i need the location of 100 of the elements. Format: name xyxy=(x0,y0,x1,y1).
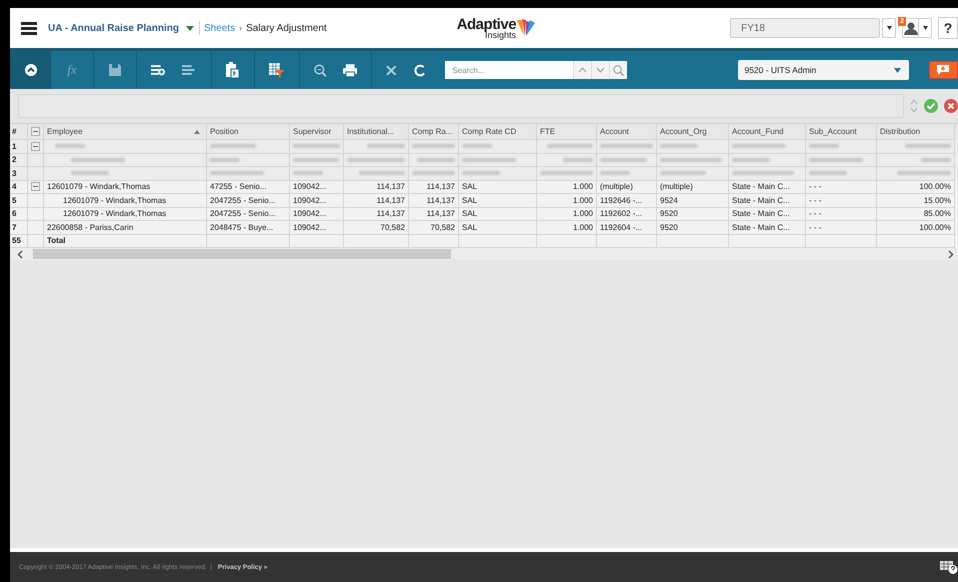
table-cell: (multiple) xyxy=(660,182,693,192)
redacted-text xyxy=(660,144,698,148)
redacted-text xyxy=(210,144,256,148)
table-cell: - - - xyxy=(809,209,822,218)
redacted-text xyxy=(732,144,786,148)
add-comment-icon[interactable] xyxy=(937,65,950,75)
redacted-text xyxy=(600,144,653,148)
redacted-text xyxy=(809,171,847,176)
table-cell: 15.00% xyxy=(924,196,951,205)
redacted-text xyxy=(55,144,85,148)
table-cell: 114,137 xyxy=(426,209,455,218)
table-cell: 70,582 xyxy=(430,222,455,232)
table-cell: 1.000 xyxy=(572,222,593,232)
table-cell: SAL xyxy=(462,222,478,232)
table-cell: SAL xyxy=(462,196,478,205)
table-cell: 114,137 xyxy=(376,209,405,218)
user-icon[interactable] xyxy=(904,22,918,34)
table-cell: 114,137 xyxy=(426,196,455,205)
clipboard-icon[interactable] xyxy=(226,62,240,78)
redacted-text xyxy=(462,171,500,176)
cancel-icon[interactable] xyxy=(944,99,958,113)
table-cell: State - Main C... xyxy=(732,182,790,192)
table-cell: 2047255 - Senio... xyxy=(210,196,276,205)
zoom-icon[interactable] xyxy=(314,64,326,76)
redacted-text xyxy=(732,171,794,176)
app-menu[interactable]: UA - Annual Raise Planning xyxy=(48,22,179,34)
redacted-text xyxy=(210,158,240,162)
breadcrumb-link[interactable]: Sheets xyxy=(204,22,236,34)
redacted-text xyxy=(347,158,405,162)
collapse-all-icon[interactable] xyxy=(31,127,40,136)
close-icon[interactable] xyxy=(386,64,397,76)
search-button[interactable] xyxy=(609,61,628,79)
print-icon[interactable] xyxy=(343,64,358,76)
redacted-text xyxy=(547,144,593,148)
search-icon[interactable] xyxy=(613,64,624,76)
version-select[interactable]: FY18 xyxy=(730,18,880,38)
logo-subtext: Insights xyxy=(485,30,516,40)
chevron-up-icon[interactable] xyxy=(578,67,588,73)
row-number: 55 xyxy=(12,236,21,246)
collapse-icon[interactable] xyxy=(31,142,40,151)
table-cell: 2048475 - Buye... xyxy=(210,222,274,232)
table-cell: 12601079 - Windark,Thomas xyxy=(63,196,166,205)
redacted-text xyxy=(921,158,951,162)
level-select[interactable]: 9520 - UITS Admin xyxy=(738,60,909,80)
redacted-text xyxy=(462,158,516,162)
table-cell: 114,137 xyxy=(376,196,405,205)
redacted-text xyxy=(412,171,455,176)
filter-icon[interactable] xyxy=(268,62,284,78)
table-cell: 1192646 -... xyxy=(600,196,642,205)
table-cell: 9520 xyxy=(660,222,678,232)
insert-row-icon[interactable] xyxy=(151,64,166,76)
scroll-right-icon[interactable] xyxy=(948,250,954,258)
table-cell: 109042... xyxy=(293,222,326,232)
logo-icon xyxy=(516,18,536,38)
redacted-text xyxy=(293,144,340,148)
caret-icon[interactable] xyxy=(886,26,892,30)
breadcrumb-separator: › xyxy=(239,23,242,33)
collapse-icon[interactable] xyxy=(31,182,40,192)
table-cell: 12601079 - Windark,Thomas xyxy=(63,209,166,218)
table-cell: 1192604 -... xyxy=(600,222,642,232)
table-cell: 85.00% xyxy=(924,209,951,218)
menu-icon[interactable] xyxy=(21,22,37,34)
redacted-text xyxy=(367,144,405,148)
table-cell: 100.00% xyxy=(919,182,951,192)
collapse-icon[interactable] xyxy=(24,64,36,76)
add-comment-button[interactable] xyxy=(928,61,958,79)
redacted-text xyxy=(293,158,339,162)
redacted-text xyxy=(71,158,125,162)
redacted-text xyxy=(210,171,264,176)
table-cell: 1.000 xyxy=(572,209,593,218)
table-cell: 12601079 - Windark,Thomas xyxy=(47,182,150,192)
caret-icon[interactable] xyxy=(922,26,928,30)
redacted-text xyxy=(905,144,951,148)
save-icon[interactable] xyxy=(109,64,121,76)
dropdown-button[interactable] xyxy=(918,18,932,38)
table-cell: - - - xyxy=(809,222,822,232)
refresh-icon[interactable] xyxy=(414,64,426,76)
redacted-text xyxy=(412,144,455,148)
redacted-text xyxy=(71,171,109,176)
help-button[interactable]: ? xyxy=(938,17,958,39)
redacted-text xyxy=(462,144,492,148)
chevron-down-icon[interactable] xyxy=(596,67,606,73)
keyboard-help-icon[interactable] xyxy=(940,560,958,574)
table-cell: 114,137 xyxy=(376,182,405,192)
dropdown-button[interactable] xyxy=(882,18,896,38)
table-cell: 9524 xyxy=(660,196,678,205)
scrollbar-thumb[interactable] xyxy=(33,249,451,259)
scroll-left-icon[interactable] xyxy=(17,250,23,258)
redacted-text xyxy=(600,158,646,162)
search-field[interactable]: Search... xyxy=(445,61,574,79)
logo-text: Adaptive xyxy=(456,16,516,32)
redacted-text xyxy=(732,158,770,162)
table-cell: State - Main C... xyxy=(732,209,790,218)
redacted-text xyxy=(660,158,722,162)
redacted-text xyxy=(660,171,706,176)
sort-ascending-icon[interactable] xyxy=(194,130,200,134)
table-cell: - - - xyxy=(809,196,822,205)
redacted-text xyxy=(809,158,863,162)
table-cell: State - Main C... xyxy=(732,196,790,205)
rows-icon[interactable] xyxy=(182,64,197,76)
